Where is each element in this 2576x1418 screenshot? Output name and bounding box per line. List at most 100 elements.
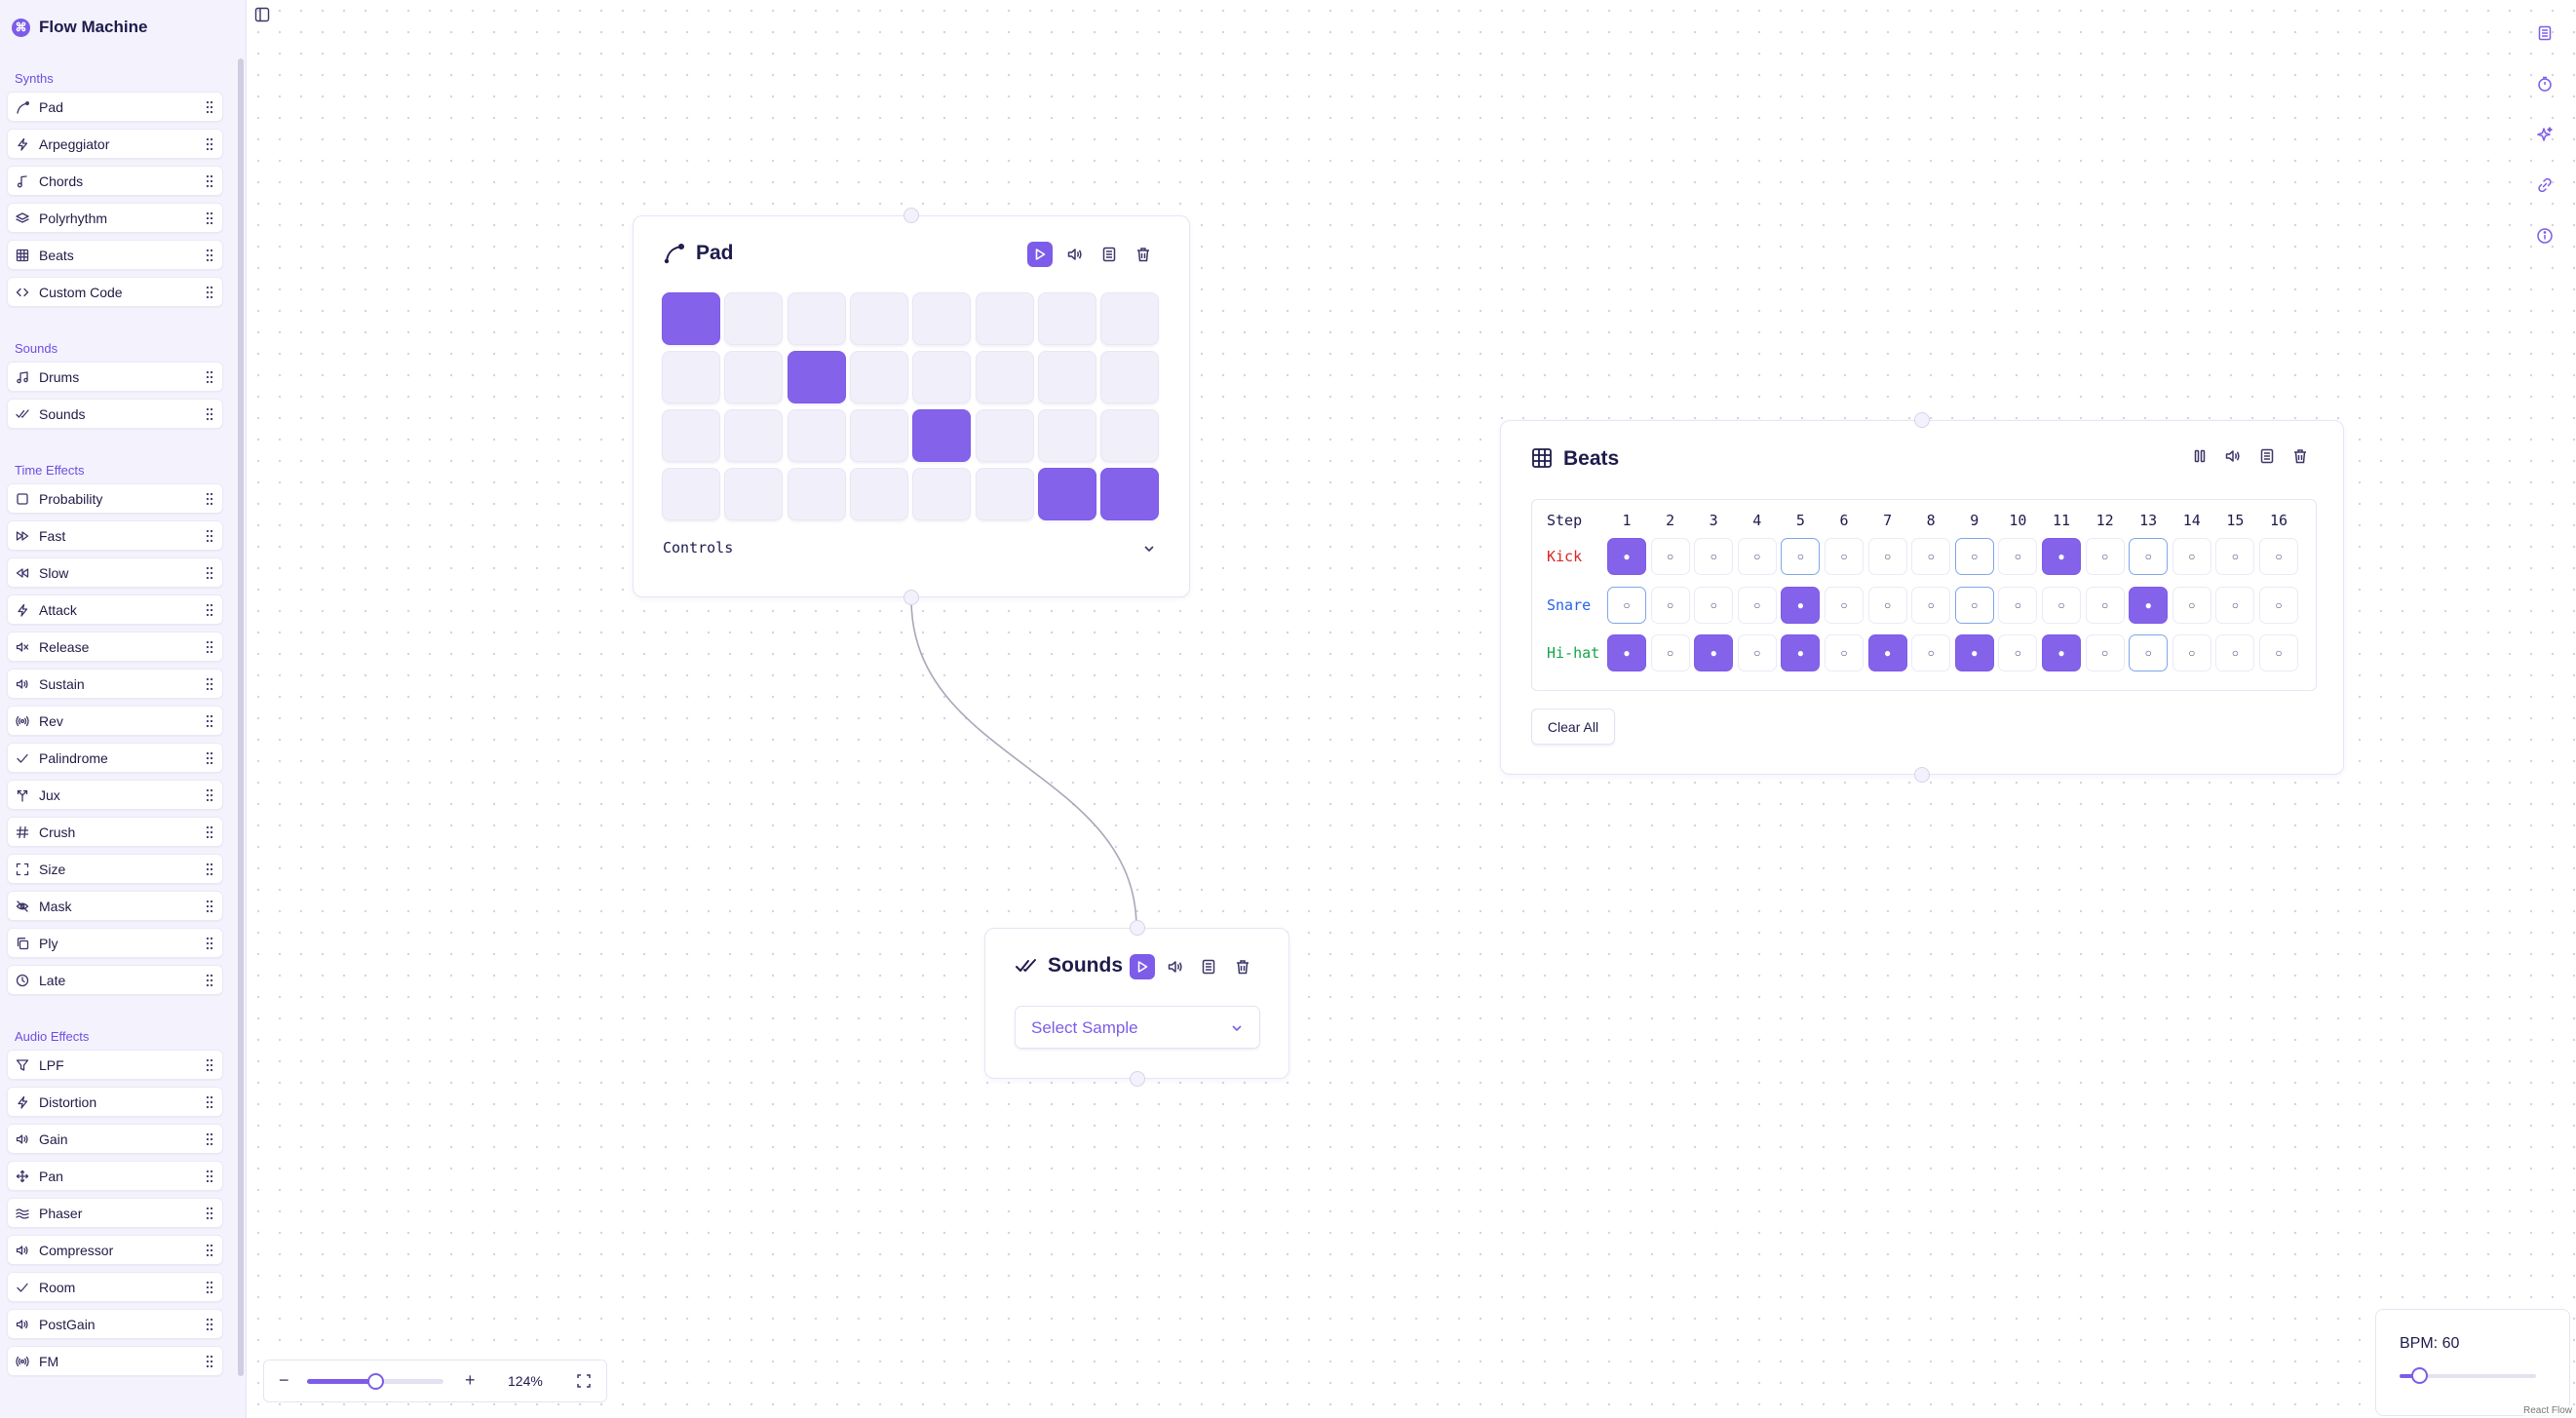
drag-handle-icon[interactable] bbox=[206, 407, 213, 421]
beats-step-cell[interactable]: ○ bbox=[1954, 538, 1994, 575]
bpm-slider[interactable] bbox=[2400, 1367, 2536, 1384]
drag-handle-icon[interactable] bbox=[206, 1207, 213, 1220]
sounds-play-button[interactable] bbox=[1130, 954, 1155, 979]
drag-handle-icon[interactable] bbox=[206, 286, 213, 299]
pad-cell[interactable] bbox=[787, 292, 846, 345]
drag-handle-icon[interactable] bbox=[206, 1355, 213, 1368]
pad-delete-button[interactable] bbox=[1131, 242, 1156, 267]
drag-handle-icon[interactable] bbox=[206, 603, 213, 617]
pad-cell[interactable] bbox=[1100, 409, 1160, 462]
beats-step-cell[interactable]: ○ bbox=[2215, 538, 2255, 575]
beats-step-cell[interactable]: ○ bbox=[1911, 634, 1951, 671]
pad-cell[interactable] bbox=[912, 468, 972, 520]
sidebar-item-custom-code[interactable]: Custom Code bbox=[7, 277, 223, 307]
beats-step-cell[interactable]: ○ bbox=[1781, 538, 1821, 575]
pad-output-handle[interactable] bbox=[904, 590, 919, 605]
sidebar-item-compressor[interactable]: Compressor bbox=[7, 1235, 223, 1265]
drag-handle-icon[interactable] bbox=[206, 249, 213, 262]
sounds-output-handle[interactable] bbox=[1130, 1071, 1145, 1087]
pad-cell[interactable] bbox=[724, 351, 784, 403]
beats-step-cell[interactable]: ○ bbox=[1737, 586, 1777, 624]
pad-cell[interactable] bbox=[662, 409, 720, 462]
beats-step-cell[interactable]: ● bbox=[1607, 634, 1646, 671]
sidebar-item-sounds[interactable]: Sounds bbox=[7, 399, 223, 429]
sidebar-item-ply[interactable]: Ply bbox=[7, 928, 223, 958]
beats-step-cell[interactable]: ○ bbox=[2259, 538, 2298, 575]
beats-delete-button[interactable] bbox=[2288, 443, 2313, 469]
pad-cell[interactable] bbox=[724, 292, 784, 345]
beats-step-cell[interactable]: ○ bbox=[1694, 586, 1734, 624]
pad-cell[interactable] bbox=[849, 351, 908, 403]
zoom-in-button[interactable]: + bbox=[465, 1370, 476, 1391]
pad-cell[interactable] bbox=[975, 468, 1034, 520]
drag-handle-icon[interactable] bbox=[206, 1095, 213, 1109]
drag-handle-icon[interactable] bbox=[206, 974, 213, 987]
sidebar-item-jux[interactable]: Jux bbox=[7, 780, 223, 810]
beats-step-cell[interactable]: ○ bbox=[1998, 586, 2038, 624]
drag-handle-icon[interactable] bbox=[206, 640, 213, 654]
beats-step-cell[interactable]: ● bbox=[2129, 586, 2169, 624]
beats-step-cell[interactable]: ○ bbox=[1867, 538, 1907, 575]
fit-view-icon[interactable] bbox=[576, 1373, 592, 1389]
pad-cell[interactable] bbox=[975, 292, 1034, 345]
pad-cell[interactable] bbox=[1037, 468, 1096, 520]
pad-cell[interactable] bbox=[975, 351, 1034, 403]
pad-cell[interactable] bbox=[912, 409, 972, 462]
chevron-down-icon[interactable] bbox=[1142, 542, 1156, 556]
beats-step-cell[interactable]: ○ bbox=[1911, 538, 1951, 575]
pad-cell[interactable] bbox=[662, 292, 720, 345]
beats-step-cell[interactable]: ● bbox=[1694, 634, 1734, 671]
sidebar-scrollbar[interactable] bbox=[238, 58, 244, 1376]
sidebar-item-slow[interactable]: Slow bbox=[7, 557, 223, 588]
drag-handle-icon[interactable] bbox=[206, 862, 213, 876]
beats-step-cell[interactable]: ○ bbox=[2085, 538, 2125, 575]
beats-step-cell[interactable]: ○ bbox=[1867, 586, 1907, 624]
beats-input-handle[interactable] bbox=[1914, 412, 1930, 428]
drag-handle-icon[interactable] bbox=[206, 1058, 213, 1072]
pad-input-handle[interactable] bbox=[904, 208, 919, 223]
beats-volume-button[interactable] bbox=[2220, 443, 2246, 469]
drag-handle-icon[interactable] bbox=[206, 937, 213, 950]
sounds-input-handle[interactable] bbox=[1130, 920, 1145, 936]
drag-handle-icon[interactable] bbox=[206, 900, 213, 913]
beats-step-cell[interactable]: ○ bbox=[2172, 634, 2211, 671]
pad-cell[interactable] bbox=[1037, 409, 1096, 462]
pad-cell[interactable] bbox=[724, 409, 784, 462]
sidebar-item-palindrome[interactable]: Palindrome bbox=[7, 743, 223, 773]
clear-all-button[interactable]: Clear All bbox=[1531, 709, 1615, 745]
link-icon[interactable] bbox=[2533, 173, 2557, 197]
pad-cell[interactable] bbox=[662, 468, 720, 520]
beats-step-cell[interactable]: ○ bbox=[2259, 586, 2298, 624]
drag-handle-icon[interactable] bbox=[206, 788, 213, 802]
beats-step-cell[interactable]: ○ bbox=[2085, 634, 2125, 671]
beats-notes-button[interactable] bbox=[2254, 443, 2280, 469]
drag-handle-icon[interactable] bbox=[206, 370, 213, 384]
sidebar-item-pad[interactable]: Pad bbox=[7, 92, 223, 122]
sidebar-item-postgain[interactable]: PostGain bbox=[7, 1309, 223, 1339]
beats-step-cell[interactable]: ○ bbox=[1650, 538, 1690, 575]
pad-cell[interactable] bbox=[849, 292, 908, 345]
sounds-notes-button[interactable] bbox=[1196, 954, 1221, 979]
pad-cell[interactable] bbox=[975, 409, 1034, 462]
beats-step-cell[interactable]: ○ bbox=[1650, 634, 1690, 671]
pad-cell[interactable] bbox=[1037, 292, 1096, 345]
pad-cell[interactable] bbox=[849, 468, 908, 520]
sidebar-item-size[interactable]: Size bbox=[7, 854, 223, 884]
sidebar-item-lpf[interactable]: LPF bbox=[7, 1050, 223, 1080]
drag-handle-icon[interactable] bbox=[206, 677, 213, 691]
beats-step-cell[interactable]: ● bbox=[1867, 634, 1907, 671]
sidebar-item-room[interactable]: Room bbox=[7, 1272, 223, 1302]
beats-step-cell[interactable]: ● bbox=[1954, 634, 1994, 671]
sidebar-item-drums[interactable]: Drums bbox=[7, 362, 223, 392]
beats-step-cell[interactable]: ○ bbox=[1650, 586, 1690, 624]
drag-handle-icon[interactable] bbox=[206, 211, 213, 225]
drag-handle-icon[interactable] bbox=[206, 1318, 213, 1331]
beats-step-cell[interactable]: ○ bbox=[1737, 634, 1777, 671]
drag-handle-icon[interactable] bbox=[206, 566, 213, 580]
beats-step-cell[interactable]: ● bbox=[2042, 538, 2081, 575]
sidebar-item-late[interactable]: Late bbox=[7, 965, 223, 995]
beats-step-cell[interactable]: ○ bbox=[1825, 586, 1864, 624]
sidebar-item-polyrhythm[interactable]: Polyrhythm bbox=[7, 203, 223, 233]
beats-step-cell[interactable]: ○ bbox=[1825, 538, 1864, 575]
drag-handle-icon[interactable] bbox=[206, 174, 213, 188]
